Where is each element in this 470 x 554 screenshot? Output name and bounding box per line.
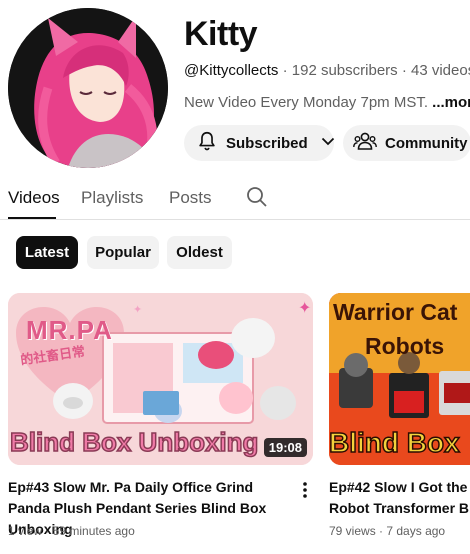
thumbnail-title-text: Warrior Cat (333, 299, 458, 325)
svg-text:✦: ✦ (133, 303, 142, 316)
meta-separator: · (282, 62, 292, 79)
video-title[interactable]: Ep#42 Slow I Got the S Robot Transformer… (329, 477, 470, 519)
channel-handle: @Kittycollects (184, 62, 279, 79)
thumbnail-subtitle-text: Robots (365, 333, 445, 359)
people-icon (353, 130, 377, 156)
active-tab-indicator (8, 217, 56, 219)
thumbnail-banner-text: Blind Box (329, 426, 460, 459)
tab-posts[interactable]: Posts (169, 188, 212, 208)
video-meta: 1 view · 59 minutes ago (8, 524, 135, 538)
video-title-line: Robot Transformer Blin (329, 500, 470, 516)
channel-description[interactable]: New Video Every Monday 7pm MST. ...more (184, 94, 470, 112)
description-text: New Video Every Monday 7pm MST. (184, 94, 433, 111)
chip-latest[interactable]: Latest (16, 236, 78, 269)
video-meta: 79 views · 7 days ago (329, 524, 445, 538)
channel-tabs: Videos Playlists Posts (0, 180, 470, 220)
svg-text:✦: ✦ (298, 298, 311, 317)
chevron-down-icon (320, 133, 336, 153)
video-thumbnail[interactable]: Warrior Cat Robots Blind Box (329, 293, 470, 465)
channel-meta: @Kittycollects · 192 subscribers · 43 vi… (184, 62, 470, 80)
chip-popular[interactable]: Popular (87, 236, 159, 269)
community-label: Community (385, 134, 468, 152)
more-link[interactable]: ...more (432, 94, 470, 111)
upload-age: 7 days ago (386, 524, 446, 538)
upload-age: 59 minutes ago (52, 524, 135, 538)
thumbnail-title-text: MR.PA (26, 315, 113, 345)
meta-separator: · (45, 524, 53, 538)
duration-badge: 19:08 (263, 438, 307, 457)
subscriber-count: 192 subscribers (291, 62, 398, 79)
chip-oldest[interactable]: Oldest (167, 236, 232, 269)
view-count: 79 views (329, 524, 376, 538)
channel-name: Kitty (184, 15, 258, 53)
channel-avatar[interactable] (8, 8, 168, 168)
tab-videos[interactable]: Videos (8, 188, 60, 208)
subscribed-button[interactable]: Subscribed (184, 125, 334, 161)
subscribed-label: Subscribed (226, 134, 308, 152)
search-icon[interactable] (245, 185, 269, 214)
view-count: 1 view (8, 524, 43, 538)
bell-icon (196, 130, 218, 156)
more-vert-icon[interactable] (300, 480, 310, 505)
tab-playlists[interactable]: Playlists (81, 188, 143, 208)
video-thumbnail[interactable]: ✦ ✦ MR.PA 的社畜日常 Blind Box Unboxing 19:08 (8, 293, 313, 465)
meta-separator: · (401, 62, 411, 79)
community-button[interactable]: Community (343, 125, 470, 161)
video-title-line: Ep#42 Slow I Got the S (329, 479, 470, 495)
video-count: 43 videos (411, 62, 470, 79)
